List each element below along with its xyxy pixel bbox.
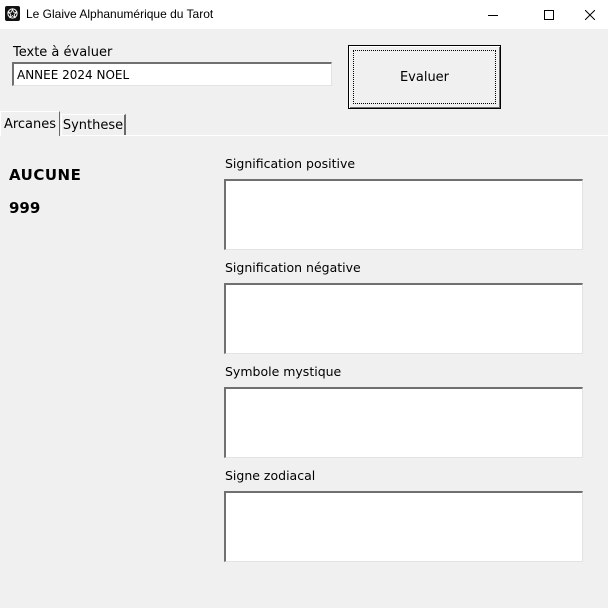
title-bar: Le Glaive Alphanumérique du Tarot — [0, 0, 608, 29]
arcane-number: 999 — [9, 199, 41, 217]
negative-meaning-label: Signification négative — [225, 260, 361, 275]
zodiac-sign-field[interactable] — [224, 491, 583, 562]
positive-meaning-label: Signification positive — [225, 156, 356, 171]
mystic-symbol-label: Symbole mystique — [225, 364, 342, 379]
minimize-button[interactable] — [470, 0, 516, 29]
tab-synthese-label: Synthese — [62, 117, 124, 133]
evaluate-button[interactable]: Evaluer — [348, 45, 501, 109]
zodiac-sign-label: Signe zodiacal — [225, 468, 316, 483]
maximize-button[interactable] — [526, 0, 572, 29]
tab-synthese[interactable]: Synthese — [61, 114, 126, 135]
close-button[interactable] — [572, 0, 608, 29]
tab-arcanes[interactable]: Arcanes — [0, 111, 60, 136]
input-label: Texte à évaluer — [13, 45, 113, 60]
close-icon — [585, 9, 595, 20]
tab-arcanes-label: Arcanes — [3, 116, 57, 132]
maximize-icon — [544, 9, 554, 20]
positive-meaning-field[interactable] — [224, 179, 583, 250]
text-to-evaluate-input[interactable] — [12, 62, 332, 86]
mystic-symbol-field[interactable] — [224, 387, 583, 458]
tarot-star-icon[interactable] — [5, 6, 20, 21]
negative-meaning-field[interactable] — [224, 283, 583, 354]
window-title: Le Glaive Alphanumérique du Tarot — [26, 7, 214, 21]
focus-rectangle — [353, 50, 496, 104]
minimize-icon — [488, 14, 498, 16]
arcane-name: AUCUNE — [9, 166, 82, 184]
